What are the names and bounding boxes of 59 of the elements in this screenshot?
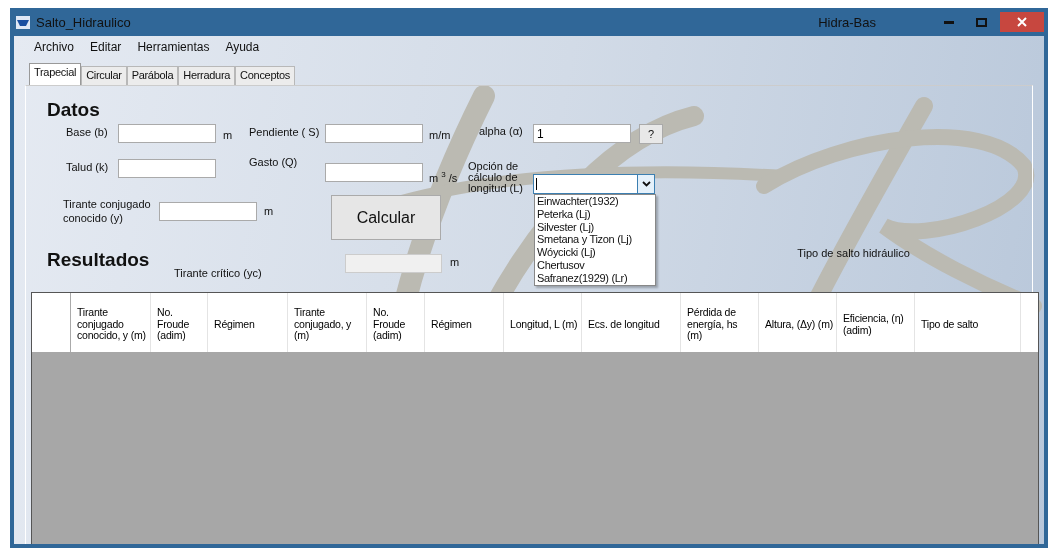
tab[interactable]: Trapecial (29, 63, 82, 85)
label: Tipo de salto hidráulico (797, 247, 910, 259)
tab[interactable]: Conceptos (235, 66, 295, 85)
tab[interactable]: Circular (81, 66, 127, 85)
close-icon (1017, 17, 1027, 27)
field-label: Pendiente ( S) (249, 126, 321, 138)
section-heading: Datos (47, 99, 100, 121)
maximize-icon[interactable] (975, 17, 987, 27)
minimize-icon[interactable] (944, 20, 954, 24)
section-heading: Resultados (47, 249, 151, 271)
field-label: Tirante conjugado conocido (y) (63, 197, 152, 225)
column-header[interactable]: No. Froude (adim) (367, 293, 425, 352)
dropdown-option[interactable]: Safranez(1929) (Lr) (535, 271, 655, 285)
field-label: alpha (α) (479, 125, 524, 137)
menu-item[interactable]: Herramientas (129, 38, 218, 56)
input-field[interactable] (325, 163, 423, 182)
input-field[interactable] (118, 124, 216, 143)
dropdown-option[interactable]: Einwachter(1932) (535, 195, 655, 208)
input-field[interactable] (118, 159, 216, 178)
calculate-button[interactable]: Calcular (331, 195, 441, 240)
menu-item[interactable]: Ayuda (217, 38, 268, 56)
dropdown-option[interactable]: Chertusov (535, 259, 655, 272)
dropdown-option[interactable]: Silvester (Lj) (535, 220, 655, 234)
tab[interactable]: Parábola (126, 66, 179, 85)
help-button[interactable]: ? (639, 124, 663, 144)
field-label: Tirante crítico (yc) (174, 267, 263, 279)
column-header[interactable]: Longitud, L (m) (504, 293, 582, 352)
column-header[interactable]: Altura, (Δy) (m) (759, 293, 837, 352)
column-header[interactable]: Pérdida de energía, hs (m) (681, 293, 759, 352)
app-icon (16, 15, 30, 29)
unit-label: m $^{3}$ /s (429, 170, 459, 184)
unit-label: m/m (429, 129, 452, 141)
input-field[interactable] (159, 202, 257, 221)
menu-item[interactable]: Editar (82, 38, 130, 56)
unit-label: m (450, 256, 460, 268)
column-header[interactable]: Tirante conjugado, y (m) (288, 293, 367, 352)
input-field[interactable]: 1 (533, 124, 631, 143)
tab[interactable]: Herradura (178, 66, 236, 85)
dropdown-option[interactable]: Peterka (Lj) (535, 207, 655, 221)
column-header[interactable]: No. Froude (adim) (151, 293, 208, 352)
field-label: Talud (k) (66, 161, 110, 173)
unit-label: m (264, 205, 275, 217)
unit-label: m (223, 129, 234, 141)
column-header[interactable]: Tirante conjugado conocido, y (m) (71, 293, 151, 352)
dropdown-option[interactable]: Wóycicki (Lj) (535, 246, 655, 259)
dropdown-option[interactable]: Smetana y Tizon (Lj) (535, 233, 655, 247)
column-header[interactable]: Tipo de salto (915, 293, 1021, 352)
field-label: Opción de cálculo de longitud (L) (468, 161, 525, 194)
column-header[interactable]: Régimen (425, 293, 504, 352)
column-header[interactable]: Régimen (208, 293, 288, 352)
column-header[interactable]: Eficiencia, (η) (adim) (837, 293, 915, 352)
field-label: Gasto (Q) (249, 156, 299, 168)
field-label: Base (b) (66, 126, 109, 138)
menu-item[interactable]: Archivo (26, 38, 82, 56)
close-button[interactable] (1000, 12, 1044, 32)
column-header[interactable]: Ecs. de longitud (582, 293, 681, 352)
window-title: Salto_Hidraulico (36, 14, 132, 30)
input-field[interactable] (325, 124, 423, 143)
app-name: Hidra-Bas (818, 14, 876, 30)
